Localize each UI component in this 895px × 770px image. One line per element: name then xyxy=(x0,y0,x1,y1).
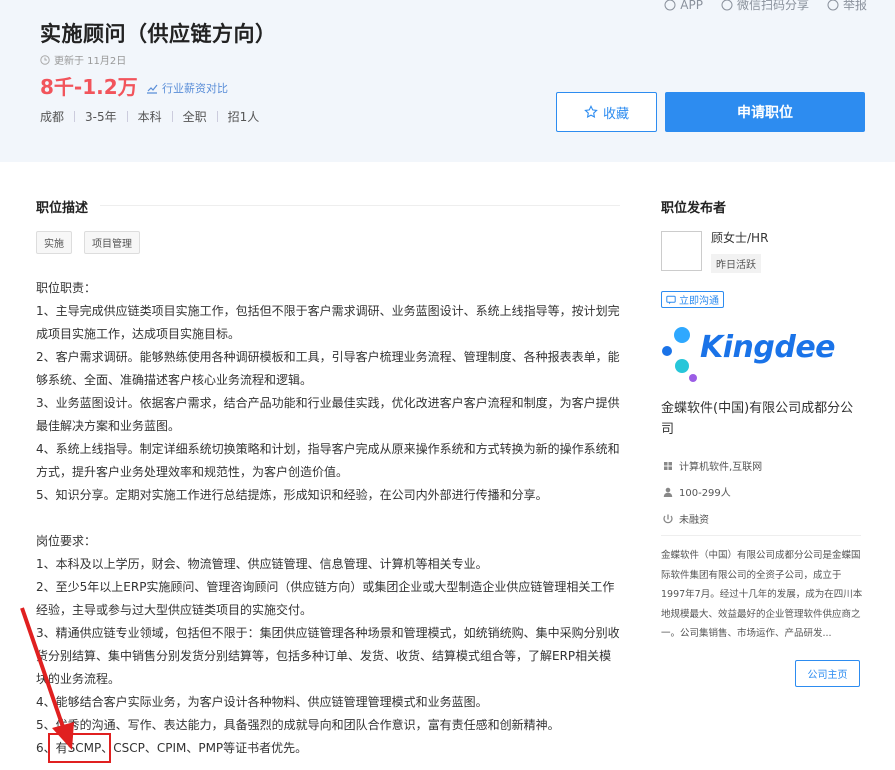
wechat-share-link[interactable]: 微信扫码分享 xyxy=(721,0,809,13)
report-icon xyxy=(827,0,839,10)
industry-text: 计算机软件,互联网 xyxy=(679,462,763,473)
tag-type: 全职 xyxy=(182,110,207,124)
description-line: 3、精通供应链专业领域，包括但不限于：集团供应链管理各种场景和管理模式，如统销统… xyxy=(36,626,620,686)
job-description: 职位职责： 1、主导完成供应链类项目实施工作，包括但不限于客户需求调研、业务蓝图… xyxy=(36,277,622,760)
wechat-share-label: 微信扫码分享 xyxy=(736,0,809,12)
chart-icon xyxy=(147,84,158,94)
company-logo[interactable]: Kingdee xyxy=(660,322,836,384)
company-divider xyxy=(661,535,861,536)
description-line xyxy=(36,507,622,530)
company-size: 100-299人 xyxy=(663,484,731,499)
chat-button[interactable]: 立即沟通 xyxy=(661,291,724,308)
app-link-label: APP xyxy=(680,0,703,12)
tag-separator xyxy=(74,111,76,122)
publisher-name: 顾女士/HR xyxy=(711,231,769,245)
skill-tag: 项目管理 xyxy=(84,231,140,254)
salary: 8千-1.2万 xyxy=(40,75,138,99)
app-link[interactable]: APP xyxy=(664,0,703,13)
annotation-box xyxy=(48,733,111,763)
tag-experience: 3-5年 xyxy=(85,110,117,124)
publisher-title: 职位发布者 xyxy=(661,201,727,216)
person-icon xyxy=(663,487,673,497)
kingdee-dots-icon xyxy=(662,327,697,382)
tag-city: 成都 xyxy=(40,110,65,124)
app-icon xyxy=(664,0,676,10)
company-intro: 金蝶软件（中国）有限公司成都分公司是金蝶国际软件集团有限公司的全资子公司，成立于… xyxy=(661,550,863,639)
size-text: 100-299人 xyxy=(679,488,731,499)
tag-education: 本科 xyxy=(137,110,162,124)
description-divider xyxy=(100,205,620,206)
avatar xyxy=(661,231,702,271)
description-line: 职位职责： xyxy=(36,281,97,295)
report-link[interactable]: 举报 xyxy=(827,0,867,13)
salary-compare-label: 行业薪资对比 xyxy=(162,82,228,95)
tag-headcount: 招1人 xyxy=(227,110,260,124)
tag-separator xyxy=(216,111,218,122)
chat-label: 立即沟通 xyxy=(679,296,719,307)
report-link-label: 举报 xyxy=(842,0,867,12)
description-line: 1、主导完成供应链类项目实施工作，包括但不限于客户需求调研、业务蓝图设计、系统上… xyxy=(36,304,620,341)
updated-time: 更新于 11月2日 xyxy=(40,52,126,67)
funding-text: 未融资 xyxy=(679,515,709,526)
company-industry: 计算机软件,互联网 xyxy=(663,458,762,473)
description-line: 6、有SCMP、CSCP、CPIM、PMP等证书者优先。 xyxy=(36,741,308,755)
updated-text: 更新于 11月2日 xyxy=(54,56,127,67)
share-icon xyxy=(721,0,733,10)
description-line: 4、能够结合客户实际业务，为客户设计各种物料、供应链管理管理模式和业务蓝图。 xyxy=(36,695,488,709)
description-line: 2、客户需求调研。能够熟练使用各种调研模板和工具，引导客户梳理业务流程、管理制度… xyxy=(36,350,620,387)
logo-text: Kingdee xyxy=(700,330,836,365)
top-links: APP 微信扫码分享 举报 xyxy=(664,0,867,13)
description-line: 岗位要求： xyxy=(36,534,97,548)
favorite-label: 收藏 xyxy=(602,106,629,122)
description-line: 2、至少5年以上ERP实施顾问、管理咨询顾问（供应链方向）或集团企业或大型制造企… xyxy=(36,580,615,617)
clock-icon xyxy=(40,54,50,65)
favorite-button[interactable]: 收藏 xyxy=(556,92,657,132)
tag-separator xyxy=(126,111,128,122)
job-tags: 成都 3-5年 本科 全职 招1人 xyxy=(40,108,259,125)
salary-compare-link[interactable]: 行业薪资对比 xyxy=(146,80,228,96)
description-line: 1、本科及以上学历，财会、物流管理、供应链管理、信息管理、计算机等相关专业。 xyxy=(36,557,488,571)
company-funding: 未融资 xyxy=(663,511,709,526)
building-icon xyxy=(664,461,672,470)
active-status-badge: 昨日活跃 xyxy=(711,254,761,273)
chat-icon xyxy=(666,295,676,304)
description-line: 3、业务蓝图设计。依据客户需求，结合产品功能和行业最佳实践，优化改进客户客户流程… xyxy=(36,396,620,433)
job-header: APP 微信扫码分享 举报 实施顾问（供应链方向） 更新于 11月2日 8千-1… xyxy=(0,0,895,162)
description-title: 职位描述 xyxy=(36,201,89,216)
tag-separator xyxy=(171,111,173,122)
company-name[interactable]: 金蝶软件(中国)有限公司成都分公司 xyxy=(661,398,861,440)
description-line: 4、系统上线指导。制定详细系统切换策略和计划，指导客户完成从原来操作系统和方式转… xyxy=(36,442,620,479)
job-title: 实施顾问（供应链方向） xyxy=(40,22,277,46)
description-line: 5、知识分享。定期对实施工作进行总结提炼，形成知识和经验，在公司内外部进行传播和… xyxy=(36,488,548,502)
apply-button[interactable]: 申请职位 xyxy=(665,92,865,132)
funding-icon xyxy=(663,514,673,523)
description-line: 5、优秀的沟通、写作、表达能力，具备强烈的成就导向和团队合作意识，富有责任感和创… xyxy=(36,718,560,732)
skill-tag: 实施 xyxy=(36,231,72,254)
company-home-button[interactable]: 公司主页 xyxy=(795,660,860,687)
star-icon xyxy=(584,105,598,119)
